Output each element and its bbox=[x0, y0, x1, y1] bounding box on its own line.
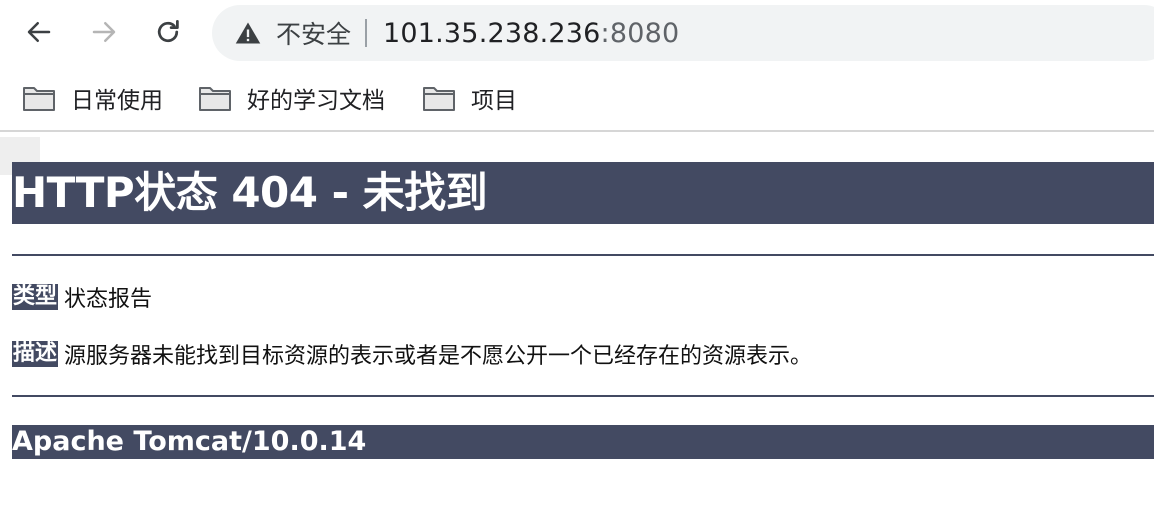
type-row: 类型 状态报告 bbox=[12, 282, 152, 312]
security-status[interactable]: 不安全 bbox=[276, 15, 351, 51]
bookmark-folder-docs[interactable]: 好的学习文档 bbox=[198, 80, 385, 116]
folder-icon bbox=[23, 87, 55, 111]
divider bbox=[12, 254, 1154, 256]
omnibox-divider bbox=[365, 19, 368, 47]
bookmark-label: 好的学习文档 bbox=[247, 88, 385, 114]
bookmark-folder-projects[interactable]: 项目 bbox=[422, 80, 517, 116]
type-value: 状态报告 bbox=[64, 287, 153, 312]
reload-icon bbox=[157, 20, 179, 43]
server-info: Apache Tomcat/10.0.14 bbox=[12, 425, 1154, 459]
warning-icon[interactable] bbox=[234, 19, 262, 47]
url-port: :8080 bbox=[600, 17, 680, 49]
back-button[interactable] bbox=[19, 12, 59, 52]
url-text[interactable]: 101.35.238.236:8080 bbox=[383, 18, 679, 49]
arrow-right-icon bbox=[92, 22, 116, 42]
folder-icon bbox=[423, 87, 455, 111]
browser-toolbar: 不安全 101.35.238.236:8080 bbox=[0, 0, 1154, 66]
type-label: 类型 bbox=[12, 284, 59, 310]
divider bbox=[12, 395, 1154, 397]
forward-button[interactable] bbox=[84, 12, 124, 52]
description-value: 源服务器未能找到目标资源的表示或者是不愿公开一个已经存在的资源表示。 bbox=[64, 344, 813, 369]
description-row: 描述 源服务器未能找到目标资源的表示或者是不愿公开一个已经存在的资源表示。 bbox=[12, 339, 812, 369]
page-title: HTTP状态 404 - 未找到 bbox=[12, 162, 1154, 224]
url-host: 101.35.238.236 bbox=[383, 17, 601, 49]
description-label: 描述 bbox=[12, 341, 59, 367]
bookmarks-bar: 日常使用 好的学习文档 项目 bbox=[0, 66, 1154, 132]
bookmark-label: 项目 bbox=[471, 88, 517, 114]
folder-icon bbox=[199, 87, 231, 111]
reload-button[interactable] bbox=[148, 12, 188, 52]
address-bar[interactable]: 不安全 101.35.238.236:8080 bbox=[212, 5, 1154, 61]
bookmark-folder-daily[interactable]: 日常使用 bbox=[22, 80, 163, 116]
bookmark-label: 日常使用 bbox=[71, 88, 163, 114]
arrow-left-icon bbox=[27, 22, 51, 42]
